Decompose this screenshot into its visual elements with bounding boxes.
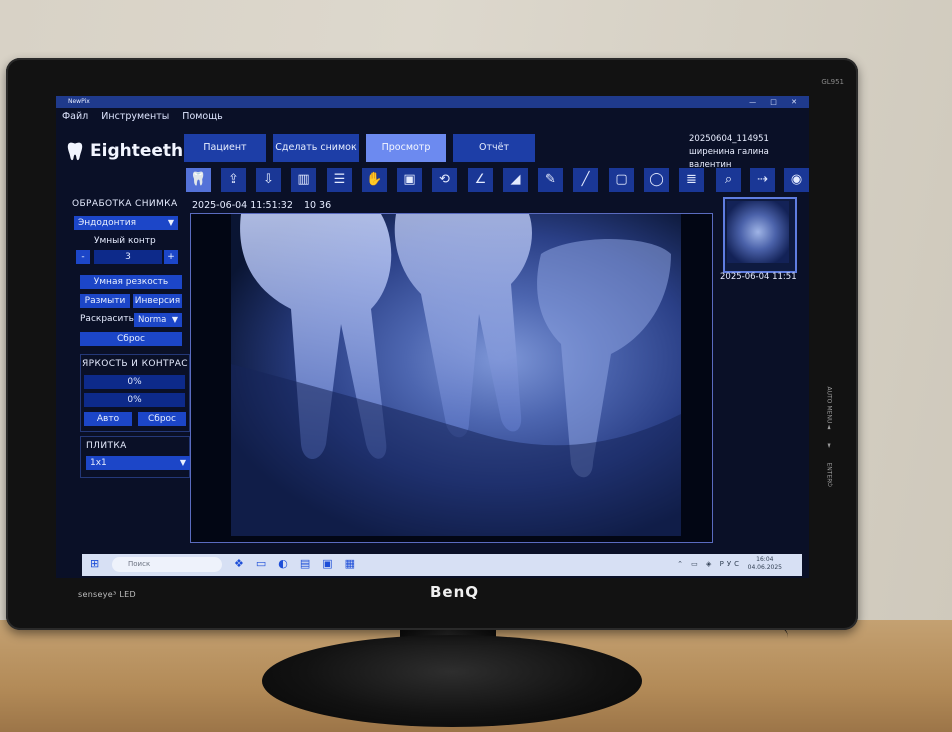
title-bar: NewPix — □ ✕ xyxy=(56,96,809,108)
menu-file[interactable]: Файл xyxy=(62,111,88,122)
tile-title: ПЛИТКА xyxy=(86,441,127,451)
viewer-number: 10 36 xyxy=(303,200,332,211)
taskbar-time: 16:04 xyxy=(756,556,774,563)
image-thumbnail[interactable] xyxy=(723,197,797,273)
thumbnail-preview xyxy=(727,201,789,263)
image-processing-title: ОБРАБОТКА СНИМКА xyxy=(72,199,178,209)
import-image-icon[interactable]: ⇪ xyxy=(221,168,246,192)
tooth-logo-icon xyxy=(67,142,83,161)
patient-info: 20250604_114951 ширенина галина валентин xyxy=(689,133,809,172)
image-viewer[interactable] xyxy=(190,213,713,543)
layers-icon[interactable]: ☰ xyxy=(327,168,352,192)
menu-bar: Файл Инструменты Помощь xyxy=(62,111,233,122)
monitor-stand xyxy=(262,635,642,727)
windows-start-icon[interactable]: ⊞ xyxy=(90,558,102,570)
invert-button[interactable]: Инверсия xyxy=(133,294,182,308)
tab-report[interactable]: Отчёт xyxy=(453,134,535,162)
preset-value: Эндодонтия xyxy=(78,218,137,228)
line-icon[interactable]: ╱ xyxy=(573,168,598,192)
tile-value: 1x1 xyxy=(90,458,107,468)
xray-image[interactable] xyxy=(231,214,681,536)
senseye-label: senseye³ LED xyxy=(78,590,136,599)
screen: NewPix — □ ✕ Файл Инструменты Помощь Eig… xyxy=(56,96,809,578)
monitor-brand: BenQ xyxy=(430,583,480,601)
image-frame-icon[interactable]: ▣ xyxy=(397,168,422,192)
windows-taskbar: ⊞ Поиск ❖▭◐▤▣▦ ⌃ ▭ ◈ РУС 16:04 04.06.202… xyxy=(82,554,802,576)
viewer-date: 2025-06-04 11:51:32 xyxy=(192,200,293,211)
smart-contrast-label: Умный контр xyxy=(94,236,156,246)
chevron-down-icon: ▼ xyxy=(171,315,178,324)
export-image-icon[interactable]: ⇩ xyxy=(256,168,281,192)
brush-icon[interactable]: ✎ xyxy=(538,168,563,192)
xray-teeth xyxy=(231,214,681,536)
brightness-contrast-title: ЯРКОСТЬ И КОНТРАС xyxy=(82,359,188,369)
smart-contrast-minus-button[interactable]: - xyxy=(76,250,90,264)
brightness-field[interactable]: 0% xyxy=(84,375,185,389)
ellipse-icon[interactable]: ◯ xyxy=(644,168,669,192)
taskbar-pinned-apps[interactable]: ❖▭◐▤▣▦ xyxy=(234,557,367,570)
chevron-down-icon: ▼ xyxy=(167,218,174,227)
magnifier-icon[interactable]: ⌕ xyxy=(716,168,741,192)
hand-pan-icon[interactable]: ✋ xyxy=(362,168,387,192)
window-controls[interactable]: — □ ✕ xyxy=(749,96,803,108)
monitor-model: GL951 xyxy=(821,78,844,86)
smart-contrast-plus-button[interactable]: + xyxy=(164,250,178,264)
tab-view[interactable]: Просмотр xyxy=(366,134,446,162)
taskbar-search-text: Поиск xyxy=(128,560,151,568)
notes-icon[interactable]: ≣ xyxy=(679,168,704,192)
contrast-field[interactable]: 0% xyxy=(84,393,185,407)
taskbar-clock[interactable]: 16:04 04.06.2025 xyxy=(748,556,782,572)
angle-icon[interactable]: ∠ xyxy=(468,168,493,192)
blur-button[interactable]: Размыти xyxy=(80,294,130,308)
taskbar-date: 04.06.2025 xyxy=(747,564,782,571)
monitor-buttons[interactable]: AUTO MENU ◄ ► ENTER ⏻ xyxy=(822,387,836,505)
window-title: NewPix xyxy=(68,98,90,105)
patient-id: 20250604_114951 xyxy=(689,134,769,144)
tile-select[interactable]: 1x1 ▼ xyxy=(86,456,190,470)
thumbnail-date: 2025-06-04 11:51 xyxy=(720,272,797,282)
export-share-icon[interactable]: ⇢ xyxy=(750,168,775,192)
processing-reset-button[interactable]: Сброс xyxy=(80,332,182,346)
viewer-header: 2025-06-04 11:51:32 10 36 xyxy=(192,200,331,211)
camera-icon[interactable]: ◉ xyxy=(784,168,809,192)
chevron-down-icon: ▼ xyxy=(179,458,186,467)
tab-take-image[interactable]: Сделать снимок xyxy=(273,134,359,162)
rotate-icon[interactable]: ⟲ xyxy=(432,168,457,192)
smart-sharpness-button[interactable]: Умная резкость xyxy=(80,275,182,289)
taskbar-search[interactable]: Поиск xyxy=(112,557,222,572)
smart-contrast-value[interactable]: 3 xyxy=(94,250,162,264)
app-logo: Eighteeth xyxy=(64,140,183,162)
colorize-value: Norma xyxy=(138,315,167,325)
colorize-select[interactable]: Norma ▼ xyxy=(134,313,182,327)
tooth-scan-icon[interactable]: 🦷 xyxy=(186,168,211,192)
preset-select[interactable]: Эндодонтия ▼ xyxy=(74,216,178,230)
colorize-label: Раскрасить xyxy=(80,314,134,324)
columns-icon[interactable]: ▥ xyxy=(291,168,316,192)
taskbar-lang: РУС xyxy=(719,560,742,568)
triangle-fill-icon[interactable]: ◢ xyxy=(503,168,528,192)
menu-help[interactable]: Помощь xyxy=(182,111,222,122)
brightness-reset-button[interactable]: Сброс xyxy=(138,412,186,426)
logo-text: Eighteeth xyxy=(90,141,184,161)
tab-patient[interactable]: Пациент xyxy=(184,134,266,162)
system-tray[interactable]: ⌃ ▭ ◈ РУС xyxy=(677,560,742,568)
auto-button[interactable]: Авто xyxy=(84,412,132,426)
menu-tools[interactable]: Инструменты xyxy=(101,111,169,122)
rectangle-icon[interactable]: ▢ xyxy=(609,168,634,192)
